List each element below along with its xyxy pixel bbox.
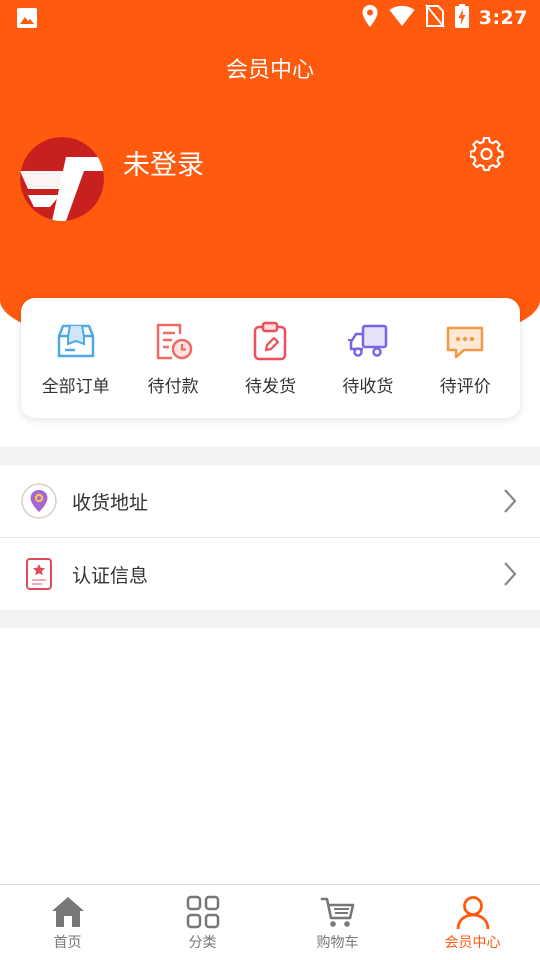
username[interactable]: 未登录 <box>123 143 204 182</box>
order-label: 待付款 <box>147 377 199 397</box>
tab-cart[interactable]: 购物车 <box>270 885 405 960</box>
status-time: 3:27 <box>478 7 528 29</box>
profile-section: 未登录 <box>20 136 520 221</box>
orders-card: 全部订单 待付款 待发货 待收货 待评价 <box>21 298 520 418</box>
order-pending-payment[interactable]: 待付款 <box>128 298 218 418</box>
page-title: 会员中心 <box>225 58 314 83</box>
order-all[interactable]: 全部订单 <box>31 298 121 418</box>
truck-icon <box>347 324 388 357</box>
order-label: 全部订单 <box>41 377 110 397</box>
tab-label: 购物车 <box>316 935 359 951</box>
tab-label: 首页 <box>53 935 82 951</box>
certificate-icon <box>26 558 52 590</box>
section-separator <box>0 610 540 628</box>
home-icon <box>51 897 84 927</box>
menu-item-address[interactable]: 收货地址 <box>0 465 540 537</box>
settings-button[interactable] <box>469 136 504 171</box>
order-pending-shipment[interactable]: 待发货 <box>225 298 315 418</box>
chevron-right-icon <box>504 489 517 513</box>
cart-icon <box>320 897 354 927</box>
avatar[interactable] <box>20 137 104 221</box>
order-label: 待发货 <box>244 377 296 397</box>
menu-item-certification[interactable]: 认证信息 <box>0 538 540 610</box>
wifi-icon <box>389 5 415 31</box>
chevron-right-icon <box>504 562 517 586</box>
menu-label: 收货地址 <box>72 491 149 514</box>
order-pending-review[interactable]: 待评价 <box>420 298 510 418</box>
tab-category[interactable]: 分类 <box>135 885 270 960</box>
box-icon <box>57 324 94 358</box>
location-pin-icon <box>21 483 57 519</box>
user-icon <box>456 896 489 930</box>
menu-label: 认证信息 <box>72 564 149 587</box>
grid-icon <box>186 895 219 929</box>
clipboard-pen-icon <box>254 321 287 361</box>
section-separator <box>0 447 540 465</box>
order-label: 待收货 <box>342 377 394 397</box>
tab-member-center[interactable]: 会员中心 <box>405 885 540 960</box>
status-bar: 3:27 <box>0 0 540 36</box>
tab-label: 会员中心 <box>444 935 501 951</box>
tab-label: 分类 <box>188 935 217 951</box>
gear-icon <box>469 136 504 171</box>
location-icon <box>361 4 379 32</box>
order-pending-receipt[interactable]: 待收货 <box>323 298 413 418</box>
chat-bubble-icon <box>447 326 484 359</box>
bottom-tab-bar: 首页 分类 购物车 会员中心 <box>0 884 540 960</box>
tab-home[interactable]: 首页 <box>0 885 135 960</box>
bill-clock-icon <box>156 323 193 360</box>
no-sim-icon <box>424 4 445 32</box>
battery-charging-icon <box>454 4 469 32</box>
order-label: 待评价 <box>439 377 491 397</box>
gallery-notification-icon <box>16 7 38 33</box>
